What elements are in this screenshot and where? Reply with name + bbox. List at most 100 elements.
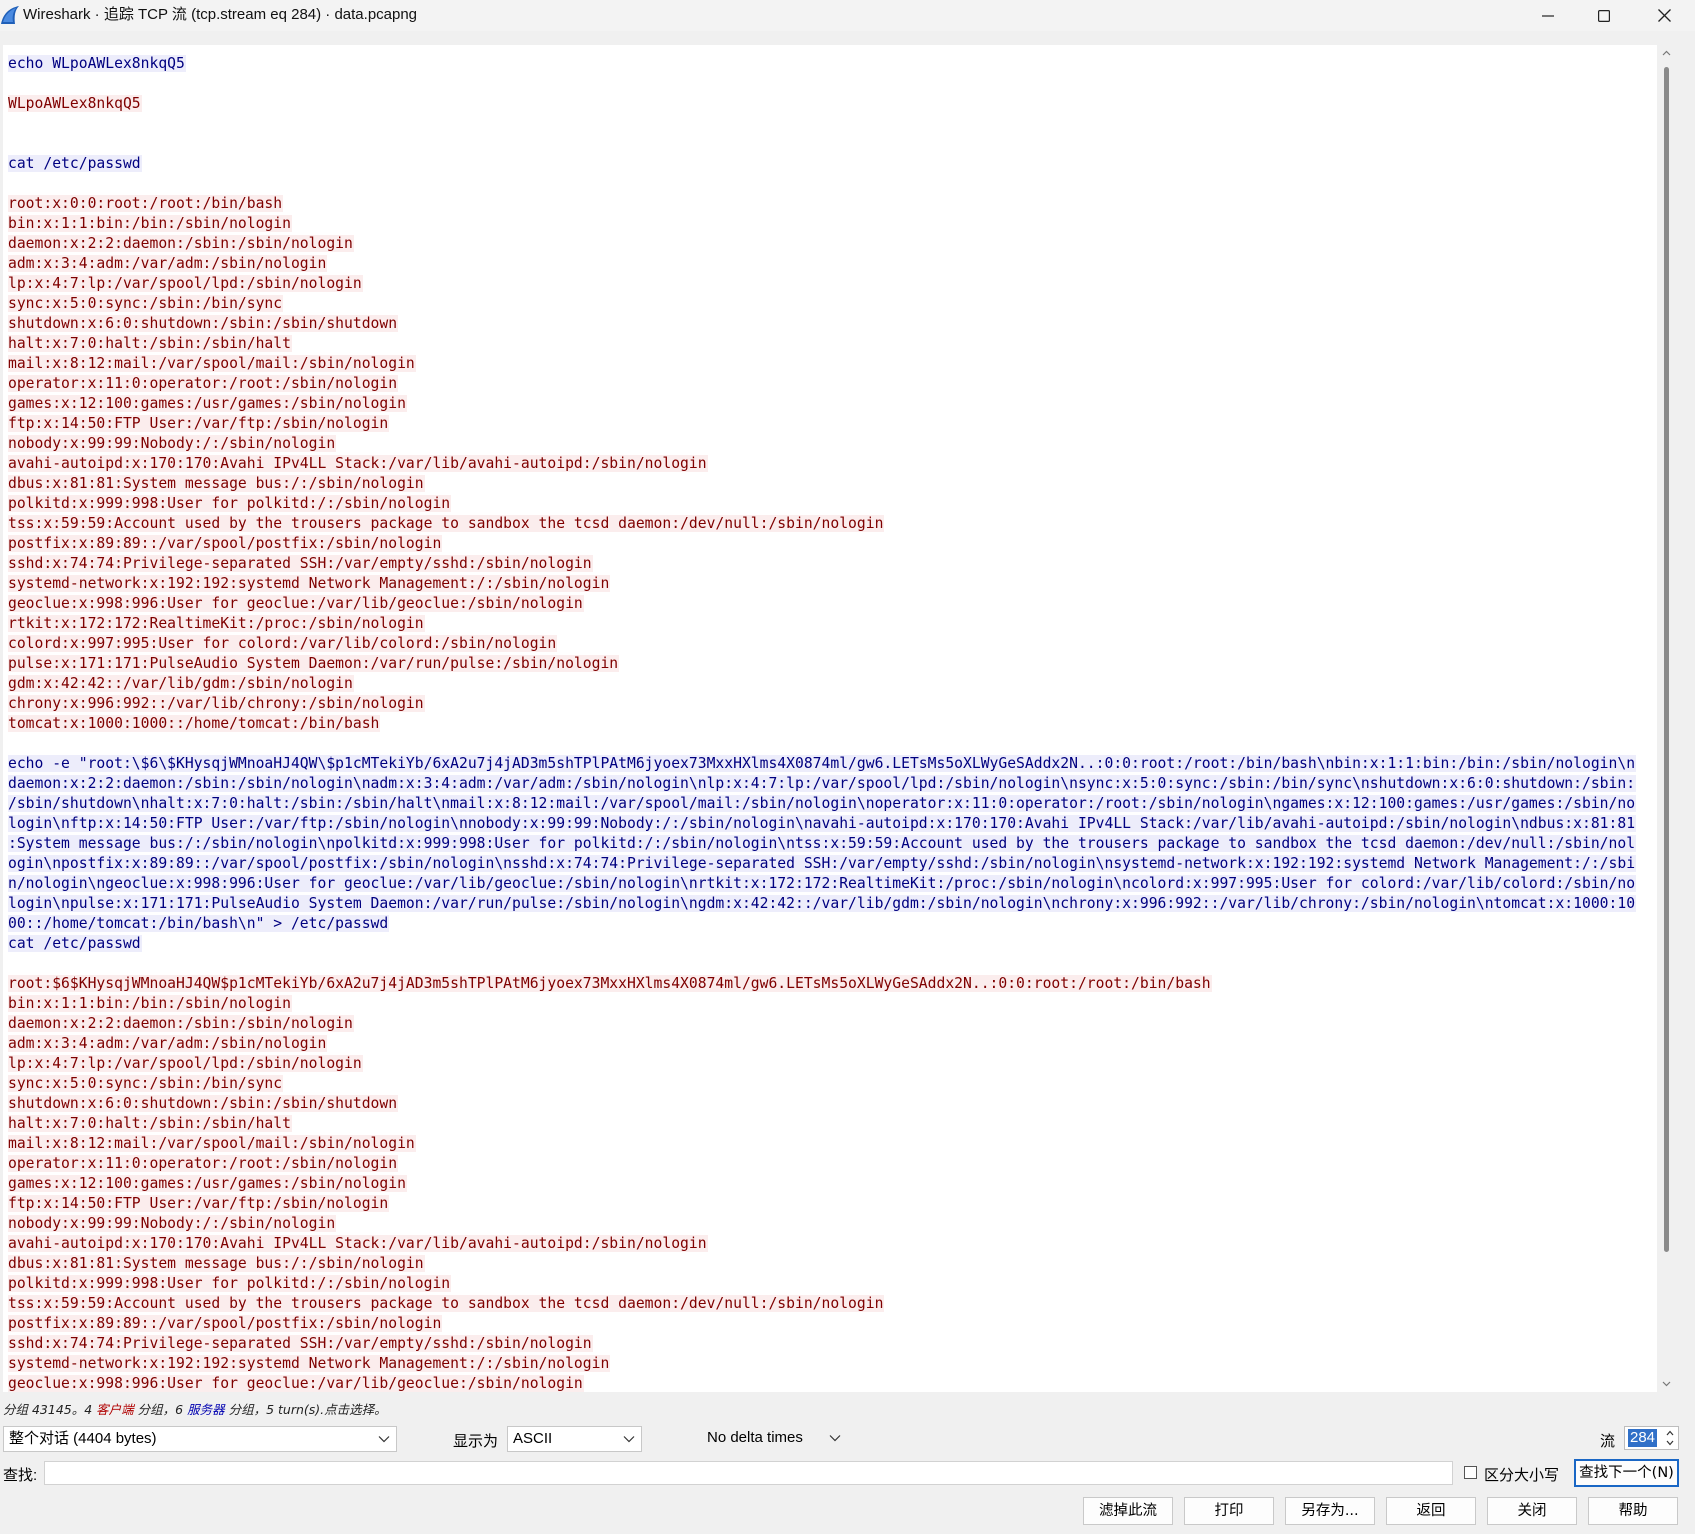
find-input[interactable]: [44, 1461, 1453, 1485]
server-data-line: login\npulse:x:171:171:PulseAudio System…: [8, 894, 1653, 914]
conversation-select-value: 整个对话 (4404 bytes): [9, 1430, 157, 1447]
stream-blank-line: [8, 954, 1653, 974]
server-data-line: daemon:x:2:2:daemon:/sbin:/sbin/nologin\…: [8, 774, 1653, 794]
client-data-line: mail:x:8:12:mail:/var/spool/mail:/sbin/n…: [8, 354, 1653, 374]
case-sensitive-checkbox[interactable]: [1464, 1466, 1477, 1479]
server-data-line: 00::/home/tomcat:/bin/bash\n" > /etc/pas…: [8, 914, 1653, 934]
stream-line-text: bin:x:1:1:bin:/bin:/sbin/nologin: [8, 995, 292, 1012]
stream-line-text: games:x:12:100:games:/usr/games:/sbin/no…: [8, 1175, 407, 1192]
client-data-line: ftp:x:14:50:FTP User:/var/ftp:/sbin/nolo…: [8, 414, 1653, 434]
stream-line-text: nobody:x:99:99:Nobody:/:/sbin/nologin: [8, 1215, 337, 1232]
client-data-line: pulse:x:171:171:PulseAudio System Daemon…: [8, 654, 1653, 674]
stream-line-text: polkitd:x:999:998:User for polkitd:/:/sb…: [8, 1275, 452, 1292]
stream-line-text: adm:x:3:4:adm:/var/adm:/sbin/nologin: [8, 1035, 328, 1052]
stream-line-text: login\nftp:x:14:50:FTP User:/var/ftp:/sb…: [8, 815, 1637, 832]
server-data-line: cat /etc/passwd: [8, 154, 1653, 174]
minimize-button[interactable]: [1522, 0, 1574, 31]
close-button[interactable]: 关闭: [1487, 1497, 1577, 1525]
stream-line-text: avahi-autoipd:x:170:170:Avahi IPv4LL Sta…: [8, 1235, 708, 1252]
client-data-line: lp:x:4:7:lp:/var/spool/lpd:/sbin/nologin: [8, 274, 1653, 294]
stream-line-text: shutdown:x:6:0:shutdown:/sbin:/sbin/shut…: [8, 315, 399, 332]
title-bar: Wireshark · 追踪 TCP 流 (tcp.stream eq 284)…: [0, 0, 1695, 31]
stream-number-spinbox[interactable]: 284: [1624, 1426, 1679, 1450]
conversation-select[interactable]: 整个对话 (4404 bytes): [3, 1426, 397, 1452]
packet-summary[interactable]: 分组 43145。4 客户端 分组，6 服务器 分组，5 turn(s).点击选…: [3, 1399, 387, 1418]
window-title: Wireshark · 追踪 TCP 流 (tcp.stream eq 284)…: [23, 6, 418, 23]
save-as-button[interactable]: 另存为...: [1285, 1497, 1375, 1525]
stream-line-text: tss:x:59:59:Account used by the trousers…: [8, 515, 885, 532]
client-data-line: WLpoAWLex8nkqQ5: [8, 94, 1653, 114]
scroll-down-arrow-icon[interactable]: [1662, 1379, 1671, 1388]
client-data-line: polkitd:x:999:998:User for polkitd:/:/sb…: [8, 1274, 1653, 1294]
stream-label: 流: [1600, 1433, 1616, 1450]
minimize-icon: [1542, 14, 1554, 17]
client-data-line: sshd:x:74:74:Privilege-separated SSH:/va…: [8, 554, 1653, 574]
chevron-down-icon: [623, 1436, 635, 1443]
stream-line-text: nobody:x:99:99:Nobody:/:/sbin/nologin: [8, 435, 337, 452]
show-as-value: ASCII: [513, 1430, 553, 1447]
chevron-down-icon: [829, 1435, 841, 1442]
spin-down-icon[interactable]: [1665, 1439, 1675, 1447]
client-data-line: halt:x:7:0:halt:/sbin:/sbin/halt: [8, 1114, 1653, 1134]
help-button[interactable]: 帮助: [1588, 1497, 1678, 1525]
stream-line-text: root:x:0:0:root:/root:/bin/bash: [8, 195, 284, 212]
find-label: 查找:: [3, 1467, 38, 1484]
close-window-button[interactable]: [1638, 0, 1690, 31]
back-button[interactable]: 返回: [1386, 1497, 1476, 1525]
scrollbar-thumb[interactable]: [1664, 67, 1669, 1252]
stream-blank-line: [8, 74, 1653, 94]
client-data-line: root:$6$KHysqjWMnoaHJ4QW$p1cMTekiYb/6xA2…: [8, 974, 1653, 994]
stream-line-text: geoclue:x:998:996:User for geoclue:/var/…: [8, 1375, 584, 1392]
server-data-line: echo WLpoAWLex8nkqQ5: [8, 54, 1653, 74]
client-data-line: lp:x:4:7:lp:/var/spool/lpd:/sbin/nologin: [8, 1054, 1653, 1074]
stream-line-text: echo WLpoAWLex8nkqQ5: [8, 55, 186, 72]
client-data-line: adm:x:3:4:adm:/var/adm:/sbin/nologin: [8, 254, 1653, 274]
stream-line-text: cat /etc/passwd: [8, 935, 142, 952]
stream-line-text: mail:x:8:12:mail:/var/spool/mail:/sbin/n…: [8, 355, 416, 372]
client-data-line: adm:x:3:4:adm:/var/adm:/sbin/nologin: [8, 1034, 1653, 1054]
find-next-button[interactable]: 查找下一个(N): [1574, 1459, 1679, 1487]
print-button[interactable]: 打印: [1184, 1497, 1274, 1525]
server-data-line: :System message bus:/:/sbin/nologin\npol…: [8, 834, 1653, 854]
client-data-line: daemon:x:2:2:daemon:/sbin:/sbin/nologin: [8, 1014, 1653, 1034]
client-data-line: postfix:x:89:89::/var/spool/postfix:/sbi…: [8, 1314, 1653, 1334]
client-data-line: bin:x:1:1:bin:/bin:/sbin/nologin: [8, 994, 1653, 1014]
client-data-line: halt:x:7:0:halt:/sbin:/sbin/halt: [8, 334, 1653, 354]
stream-line-text: halt:x:7:0:halt:/sbin:/sbin/halt: [8, 335, 292, 352]
stream-line-text: chrony:x:996:992::/var/lib/chrony:/sbin/…: [8, 695, 425, 712]
delta-times-select[interactable]: No delta times: [702, 1426, 847, 1452]
server-data-line: /sbin/shutdown\nhalt:x:7:0:halt:/sbin:/s…: [8, 794, 1653, 814]
client-data-line: ftp:x:14:50:FTP User:/var/ftp:/sbin/nolo…: [8, 1194, 1653, 1214]
spin-up-icon[interactable]: [1665, 1429, 1675, 1437]
summary-text-1: 分组 43145。4: [3, 1402, 97, 1417]
scroll-up-arrow-icon[interactable]: [1662, 49, 1671, 58]
show-as-select[interactable]: ASCII: [507, 1426, 642, 1452]
client-data-line: mail:x:8:12:mail:/var/spool/mail:/sbin/n…: [8, 1134, 1653, 1154]
client-data-line: operator:x:11:0:operator:/root:/sbin/nol…: [8, 374, 1653, 394]
stream-line-text: systemd-network:x:192:192:systemd Networ…: [8, 575, 611, 592]
client-data-line: nobody:x:99:99:Nobody:/:/sbin/nologin: [8, 1214, 1653, 1234]
client-data-line: avahi-autoipd:x:170:170:Avahi IPv4LL Sta…: [8, 454, 1653, 474]
stream-line-text: pulse:x:171:171:PulseAudio System Daemon…: [8, 655, 620, 672]
server-label: 服务器: [187, 1402, 225, 1417]
client-data-line: colord:x:997:995:User for colord:/var/li…: [8, 634, 1653, 654]
stream-content[interactable]: echo WLpoAWLex8nkqQ5 WLpoAWLex8nkqQ5 cat /…: [3, 45, 1657, 1392]
stream-line-text: tss:x:59:59:Account used by the trousers…: [8, 1295, 885, 1312]
stream-line-text: sshd:x:74:74:Privilege-separated SSH:/va…: [8, 555, 593, 572]
stream-line-text: lp:x:4:7:lp:/var/spool/lpd:/sbin/nologin: [8, 1055, 363, 1072]
vertical-scrollbar[interactable]: [1660, 45, 1673, 1392]
server-data-line: cat /etc/passwd: [8, 934, 1653, 954]
chevron-down-icon: [378, 1436, 390, 1443]
summary-text-3: 分组，5 turn(s).点击选择。: [224, 1402, 387, 1417]
stream-blank-line: [8, 734, 1653, 754]
maximize-button[interactable]: [1578, 0, 1630, 31]
stream-line-text: :System message bus:/:/sbin/nologin\npol…: [8, 835, 1637, 852]
client-data-line: polkitd:x:999:998:User for polkitd:/:/sb…: [8, 494, 1653, 514]
stream-number-value[interactable]: 284: [1628, 1429, 1658, 1447]
client-data-line: shutdown:x:6:0:shutdown:/sbin:/sbin/shut…: [8, 314, 1653, 334]
close-icon: [1657, 9, 1671, 22]
stream-blank-line: [8, 174, 1653, 194]
client-data-line: systemd-network:x:192:192:systemd Networ…: [8, 1354, 1653, 1374]
filter-out-stream-button[interactable]: 滤掉此流: [1083, 1497, 1173, 1525]
wireshark-fin-icon: [1, 6, 19, 24]
